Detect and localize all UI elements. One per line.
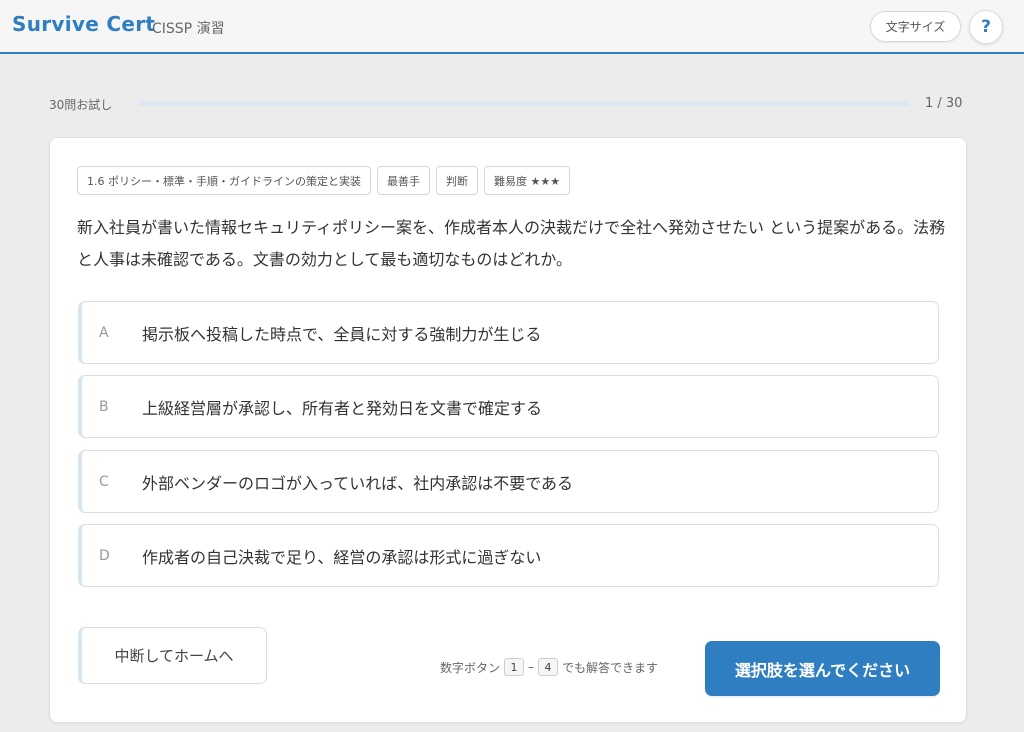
progress-count: 1 / 30	[925, 96, 963, 111]
option-text: 上級経営層が承認し、所有者と発効日を文書で確定する	[142, 398, 543, 418]
option-c[interactable]: C 外部ベンダーのロゴが入っていれば、社内承認は不要である	[78, 450, 939, 513]
option-letter: A	[99, 324, 109, 341]
option-letter: D	[99, 547, 110, 564]
option-text: 掲示板へ投稿した時点で、全員に対する強制力が生じる	[142, 324, 542, 344]
option-d[interactable]: D 作成者の自己決裁で足り、経営の承認は形式に過ぎない	[78, 524, 939, 587]
help-button[interactable]: ?	[969, 10, 1003, 44]
key-badge-end: 4	[538, 658, 559, 676]
hint-prefix: 数字ボタン	[440, 660, 501, 675]
quit-to-home-button[interactable]: 中断してホームへ	[78, 627, 267, 684]
keyboard-hint: 数字ボタン 1 – 4 でも解答できます	[440, 658, 658, 676]
option-letter: B	[99, 398, 109, 415]
option-a[interactable]: A 掲示板へ投稿した時点で、全員に対する強制力が生じる	[78, 301, 939, 364]
progress-bar	[138, 101, 910, 106]
option-letter: C	[99, 473, 109, 490]
tag-domain: 1.6 ポリシー・標準・手順・ガイドラインの策定と実装	[77, 166, 371, 195]
hint-separator: –	[528, 660, 535, 674]
question-text: 新入社員が書いた情報セキュリティポリシー案を、作成者本人の決裁だけで全社へ発効さ…	[77, 218, 946, 269]
option-text: 外部ベンダーのロゴが入っていれば、社内承認は不要である	[142, 473, 574, 493]
option-text: 作成者の自己決裁で足り、経営の承認は形式に過ぎない	[142, 547, 542, 567]
exam-subtitle: CISSP 演習	[152, 21, 225, 37]
app-header: Survive Cert CISSP 演習 文字サイズ ?	[0, 0, 1024, 54]
submit-answer-button[interactable]: 選択肢を選んでください	[705, 641, 940, 696]
hint-suffix: でも解答できます	[562, 660, 659, 675]
brand-logo[interactable]: Survive Cert	[12, 12, 155, 36]
tag-difficulty: 難易度 ★★★	[484, 166, 571, 195]
tag-question-type: 最善手	[377, 166, 430, 195]
progress-label: 30問お試し	[49, 98, 113, 112]
font-size-button[interactable]: 文字サイズ	[870, 11, 961, 42]
option-b[interactable]: B 上級経営層が承認し、所有者と発効日を文書で確定する	[78, 375, 939, 438]
question-card: 1.6 ポリシー・標準・手順・ガイドラインの策定と実装 最善手 判断 難易度 ★…	[49, 137, 967, 723]
key-badge-start: 1	[504, 658, 525, 676]
tag-skill: 判断	[436, 166, 478, 195]
tag-list: 1.6 ポリシー・標準・手順・ガイドラインの策定と実装 最善手 判断 難易度 ★…	[77, 166, 571, 195]
